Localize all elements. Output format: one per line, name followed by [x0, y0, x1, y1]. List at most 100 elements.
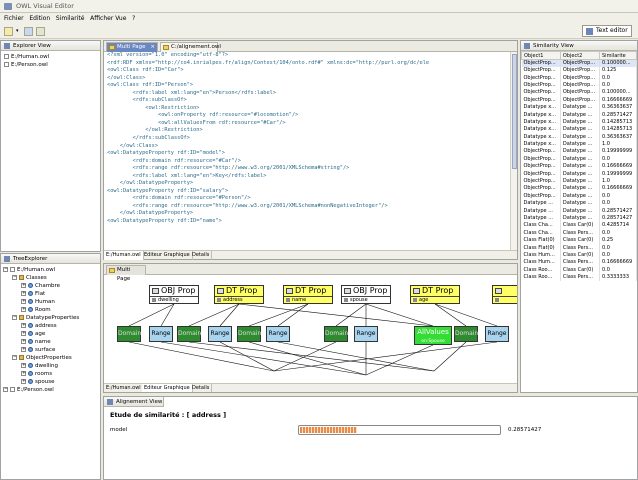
tab-alignement[interactable]: C:/alignement.owl	[160, 42, 221, 52]
collapse-toggle-icon[interactable]: −	[12, 355, 17, 360]
column-similarite[interactable]: Similarite	[599, 51, 637, 60]
table-row[interactable]: Class Cha... Class Car(0) 0.4285714	[521, 222, 637, 230]
tree-node[interactable]: − Classes	[3, 274, 100, 282]
menu-edition[interactable]: Edition	[29, 13, 50, 24]
tab-details[interactable]: Details	[190, 251, 213, 260]
property-node[interactable]: DT Prop name	[283, 285, 333, 304]
domain-node[interactable]: Domain	[177, 326, 201, 342]
table-row[interactable]: ObjectProp... ObjectProp... 0.16666669	[521, 96, 637, 104]
tree-node[interactable]: + Human	[3, 298, 100, 306]
tree-node[interactable]: + name	[3, 338, 100, 346]
column-object2[interactable]: Object2	[559, 51, 601, 60]
table-row[interactable]: Datatype x... Datatype ... 0.36363637	[521, 103, 637, 112]
table-icon[interactable]	[36, 27, 45, 36]
explorer-file[interactable]: E:/Human.owl	[4, 53, 100, 61]
table-row[interactable]: ObjectProp... Datatype ... 0.19999999	[521, 148, 637, 156]
menu-afficher-vue[interactable]: Afficher Vue	[90, 13, 126, 24]
table-row[interactable]: ObjectProp... ObjectProp... 0.125	[521, 67, 637, 75]
allvalues-node[interactable]: AllValues on:Spouse	[414, 326, 452, 345]
tab-details[interactable]: Details	[190, 384, 213, 392]
tree-node[interactable]: + Flat	[3, 290, 100, 298]
scroll-thumb[interactable]	[512, 54, 517, 169]
property-node[interactable]	[492, 285, 517, 304]
tree-node[interactable]: + age	[3, 330, 100, 338]
expand-toggle-icon[interactable]: +	[21, 347, 26, 352]
expand-toggle-icon[interactable]: +	[21, 283, 26, 288]
table-row[interactable]: ObjectProp... Datatype ... 1.0	[521, 177, 637, 186]
menu-fichier[interactable]: Fichier	[4, 13, 24, 24]
tree-node[interactable]: + surface	[3, 346, 100, 354]
tree-node[interactable]: − DatatypeProperties	[3, 314, 100, 322]
domain-node[interactable]: Domain	[454, 326, 478, 342]
range-node[interactable]: Range	[266, 326, 290, 342]
table-row[interactable]: Class Roo... Class Car(0) 0.0	[521, 266, 637, 274]
table-row[interactable]: Datatype x... Datatype ... 0.14285713	[521, 126, 637, 134]
table-row[interactable]: Class Roo... Class Pers... 0.3333333	[521, 273, 637, 282]
property-node[interactable]: DT Prop age	[410, 285, 460, 304]
menu-help[interactable]: ?	[132, 13, 135, 24]
tab-source[interactable]: E:/Human.owl	[104, 384, 144, 392]
menu-similarite[interactable]: Similarité	[56, 13, 85, 24]
table-row[interactable]: Class Hum... Class Car(0) 0.0	[521, 251, 637, 260]
table-row[interactable]: Class Flat(0) Class Pers... 0.0	[521, 244, 637, 252]
expand-toggle-icon[interactable]: +	[21, 339, 26, 344]
table-row[interactable]: Datatype x... Datatype ... 0.28571427	[521, 111, 637, 119]
tab-multi-page[interactable]: Multi Page ×	[106, 42, 158, 52]
domain-node[interactable]: Domain	[117, 326, 141, 342]
graph-canvas[interactable]: OBJ Prop dwelling DT Prop address DT Prop nam…	[104, 275, 517, 381]
save-icon[interactable]	[24, 27, 33, 36]
tree-node[interactable]: + dwelling	[3, 362, 100, 370]
domain-node[interactable]: Domain	[324, 326, 348, 342]
tab-editeur-graphique[interactable]: Editeur Graphique	[142, 384, 193, 392]
tree-node[interactable]: + address	[3, 322, 100, 330]
property-node[interactable]: DT Prop address	[214, 285, 264, 304]
table-row[interactable]: ObjectProp... ObjectProp... 0.100000...	[521, 89, 637, 97]
code-area[interactable]: <?xml version="1.0" encoding="utf-8"?> <r…	[104, 52, 510, 242]
table-row[interactable]: Datatype ... Datatype ... 0.0	[521, 200, 637, 208]
range-node[interactable]: Range	[149, 326, 173, 342]
close-icon[interactable]: ×	[150, 43, 155, 52]
collapse-toggle-icon[interactable]: −	[3, 387, 8, 392]
table-row[interactable]: ObjectProp... Datatype ... 0.0	[521, 155, 637, 164]
table-row[interactable]: ObjectProp... Datatype ... 0.16666669	[521, 163, 637, 171]
expand-toggle-icon[interactable]: +	[21, 323, 26, 328]
tree-node[interactable]: − E:/Person.owl	[3, 386, 100, 394]
dropdown-arrow-icon[interactable]: ▾	[16, 27, 22, 36]
table-row[interactable]: ObjectProp... ObjectProp... 0.100000...	[521, 59, 637, 67]
table-row[interactable]: Datatype x... Datatype ... 1.0	[521, 140, 637, 149]
table-row[interactable]: Datatype ... Datatype ... 0.28571427	[521, 207, 637, 215]
tree-node[interactable]: − ObjectProperties	[3, 354, 100, 362]
expand-toggle-icon[interactable]: +	[21, 299, 26, 304]
tree-node[interactable]: + rooms	[3, 370, 100, 378]
table-row[interactable]: ObjectProp... Datatype ... 0.0	[521, 192, 637, 201]
expand-toggle-icon[interactable]: +	[21, 371, 26, 376]
table-row[interactable]: ObjectProp... Datatype ... 0.19999999	[521, 170, 637, 178]
explorer-file[interactable]: E:/Person.owl	[4, 61, 100, 69]
table-row[interactable]: Datatype ... Datatype ... 0.28571427	[521, 214, 637, 223]
collapse-toggle-icon[interactable]: −	[12, 275, 17, 280]
expand-toggle-icon[interactable]: +	[21, 379, 26, 384]
tree-node[interactable]: + spouse	[3, 378, 100, 386]
property-node[interactable]: OBJ Prop dwelling	[149, 285, 199, 304]
new-file-icon[interactable]	[4, 27, 13, 36]
expand-toggle-icon[interactable]: +	[21, 291, 26, 296]
text-editor-button[interactable]: Text editor	[582, 25, 632, 37]
expand-toggle-icon[interactable]: +	[21, 307, 26, 312]
expand-toggle-icon[interactable]: +	[21, 363, 26, 368]
tab-editeur-graphique[interactable]: Editeur Graphique	[142, 251, 193, 260]
table-row[interactable]: Class Hum... Class Pers... 0.16666669	[521, 259, 637, 267]
tab-source[interactable]: E:/Human.owl	[104, 251, 144, 260]
code-vscroll[interactable]	[510, 52, 517, 250]
domain-node[interactable]: Domain	[237, 326, 261, 342]
range-node[interactable]: Range	[485, 326, 509, 342]
range-node[interactable]: Range	[208, 326, 232, 342]
table-row[interactable]: Datatype x... Datatype ... 0.14285713	[521, 118, 637, 127]
collapse-toggle-icon[interactable]: −	[3, 267, 8, 272]
tab-graph-multi-page[interactable]: Multi Page	[106, 265, 146, 282]
table-row[interactable]: Class Flat(0) Class Car(0) 0.25	[521, 236, 637, 245]
table-row[interactable]: Class Cha... Class Pers... 0.0	[521, 229, 637, 237]
expand-toggle-icon[interactable]: +	[21, 331, 26, 336]
property-node[interactable]: OBJ Prop spouse	[341, 285, 391, 304]
range-node[interactable]: Range	[354, 326, 378, 342]
table-row[interactable]: ObjectProp... ObjectProp... 0.0	[521, 74, 637, 82]
